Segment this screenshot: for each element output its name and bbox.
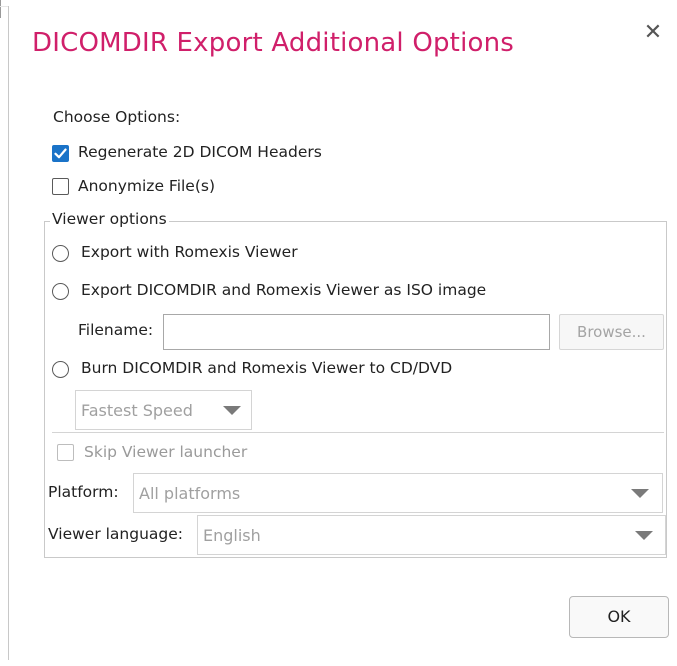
radio-burn-cd[interactable] <box>52 361 69 378</box>
radio-export-with-viewer-label[interactable]: Export with Romexis Viewer <box>81 243 298 261</box>
checkmark-icon <box>54 148 67 159</box>
chevron-down-icon <box>223 406 241 415</box>
anonymize-files-checkbox[interactable] <box>52 178 69 195</box>
platform-dropdown[interactable]: All platforms <box>133 473 663 513</box>
group-separator <box>52 432 664 433</box>
filename-label: Filename: <box>78 321 154 339</box>
anonymize-files-label[interactable]: Anonymize File(s) <box>78 177 215 195</box>
dialog-title: DICOMDIR Export Additional Options <box>32 28 515 58</box>
browse-button[interactable]: Browse... <box>559 314 664 350</box>
regenerate-headers-label[interactable]: Regenerate 2D DICOM Headers <box>78 143 322 161</box>
radio-export-iso[interactable] <box>52 283 69 300</box>
chevron-down-icon <box>635 531 653 540</box>
speed-dropdown-value: Fastest Speed <box>81 401 193 420</box>
viewer-options-legend: Viewer options <box>50 210 169 228</box>
window-edge <box>0 0 1 18</box>
platform-label: Platform: <box>48 483 119 501</box>
viewer-language-value: English <box>203 526 261 545</box>
close-icon[interactable]: ✕ <box>642 22 664 44</box>
viewer-language-label: Viewer language: <box>48 525 184 543</box>
speed-dropdown[interactable]: Fastest Speed <box>75 390 252 430</box>
platform-dropdown-value: All platforms <box>139 484 241 503</box>
viewer-language-dropdown[interactable]: English <box>197 515 666 555</box>
regenerate-headers-checkbox[interactable] <box>52 145 69 162</box>
chevron-down-icon <box>631 489 649 498</box>
radio-export-iso-label[interactable]: Export DICOMDIR and Romexis Viewer as IS… <box>81 281 486 299</box>
choose-options-label: Choose Options: <box>53 108 181 126</box>
radio-burn-cd-label[interactable]: Burn DICOMDIR and Romexis Viewer to CD/D… <box>81 359 452 377</box>
filename-input[interactable] <box>163 314 550 350</box>
radio-export-with-viewer[interactable] <box>52 245 69 262</box>
skip-launcher-label[interactable]: Skip Viewer launcher <box>84 443 247 461</box>
ok-button[interactable]: OK <box>569 596 669 638</box>
skip-launcher-checkbox[interactable] <box>57 444 74 461</box>
